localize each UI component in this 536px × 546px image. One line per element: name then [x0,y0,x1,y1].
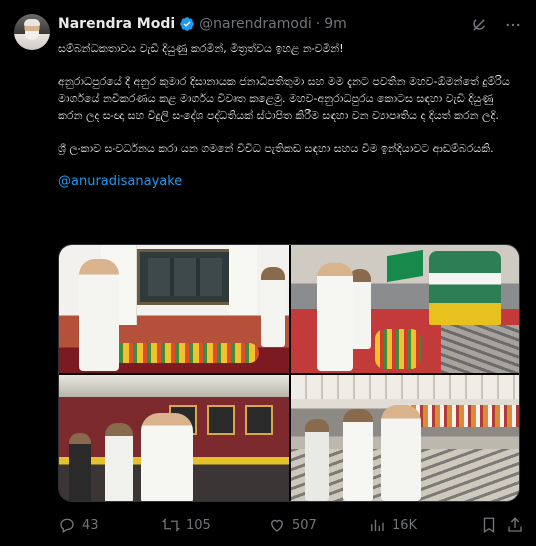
coach-window [245,405,273,435]
more-icon[interactable] [504,16,522,34]
person [261,267,285,347]
photo-plaque-unveiling[interactable] [59,245,289,373]
grok-icon[interactable] [470,16,488,34]
header-actions [470,16,522,34]
author-name[interactable]: Narendra Modi [58,16,175,32]
bookmark-button[interactable] [480,516,498,534]
crowd [411,405,519,427]
photo-train-coach[interactable] [59,375,289,501]
repost-button[interactable]: 105 [162,516,211,534]
photo-train-flag-off[interactable] [291,245,519,373]
views-count: 16K [392,517,418,533]
like-icon [271,519,283,532]
person [79,259,119,371]
reply-count: 43 [82,517,99,533]
reply-icon [60,518,74,533]
verified-badge-icon [179,16,195,32]
repost-count: 105 [186,517,211,533]
tweet-paragraph-3: ශ්‍රී ලංකාව සංවර්ධනය කරා යන ගමනේ විවිධ ප… [58,142,494,155]
reply-button[interactable]: 43 [58,516,99,534]
like-count: 507 [292,517,317,533]
person [105,423,133,501]
flower-arrangement [109,343,259,363]
tweet[interactable]: Narendra Modi @narendramodi · 9m සම්බන්ධ… [0,0,536,546]
person [305,419,329,501]
coach-window [207,405,235,435]
bookmark-icon [483,517,495,534]
curtain [229,245,257,315]
like-button[interactable]: 507 [268,516,317,534]
person [343,409,373,501]
views-icon [371,519,384,531]
train [429,251,501,325]
avatar[interactable] [14,14,50,50]
mention-link[interactable]: @anuradisanayake [58,174,182,189]
person [381,405,421,501]
media-grid [58,244,520,502]
share-icon [508,517,522,532]
views-button[interactable]: 16K [368,516,417,534]
person [69,433,91,501]
person [141,413,193,501]
timestamp[interactable]: 9m [324,16,347,32]
platform-roof [59,375,289,397]
tweet-paragraph-2: අනුරාධපුරයේ දී අනුර කුමාර දිසානායක ජනාධි… [58,75,510,122]
avatar-beard [25,31,39,40]
railway-track [441,325,519,373]
avatar-hair [24,19,40,26]
author-handle[interactable]: @narendramodi [199,16,312,32]
plaque [137,249,233,305]
flower-arrangement [375,329,421,369]
tweet-text: සම්බන්ධකතාවය වැඩි දියුණු කරමින්, මිත්‍රත… [58,40,520,206]
action-bar: 43 105 507 16K [58,514,522,536]
separator-dot: · [315,16,321,32]
repost-icon [162,518,180,532]
tweet-header: Narendra Modi @narendramodi · 9m [58,14,347,34]
photo-railway-platform[interactable] [291,375,519,501]
green-flag [387,249,423,283]
person [317,263,353,371]
platform-canopy [291,375,519,399]
share-button[interactable] [506,516,524,534]
tweet-paragraph-1: සම්බන්ධකතාවය වැඩි දියුණු කරමින්, මිත්‍රත… [58,42,344,55]
